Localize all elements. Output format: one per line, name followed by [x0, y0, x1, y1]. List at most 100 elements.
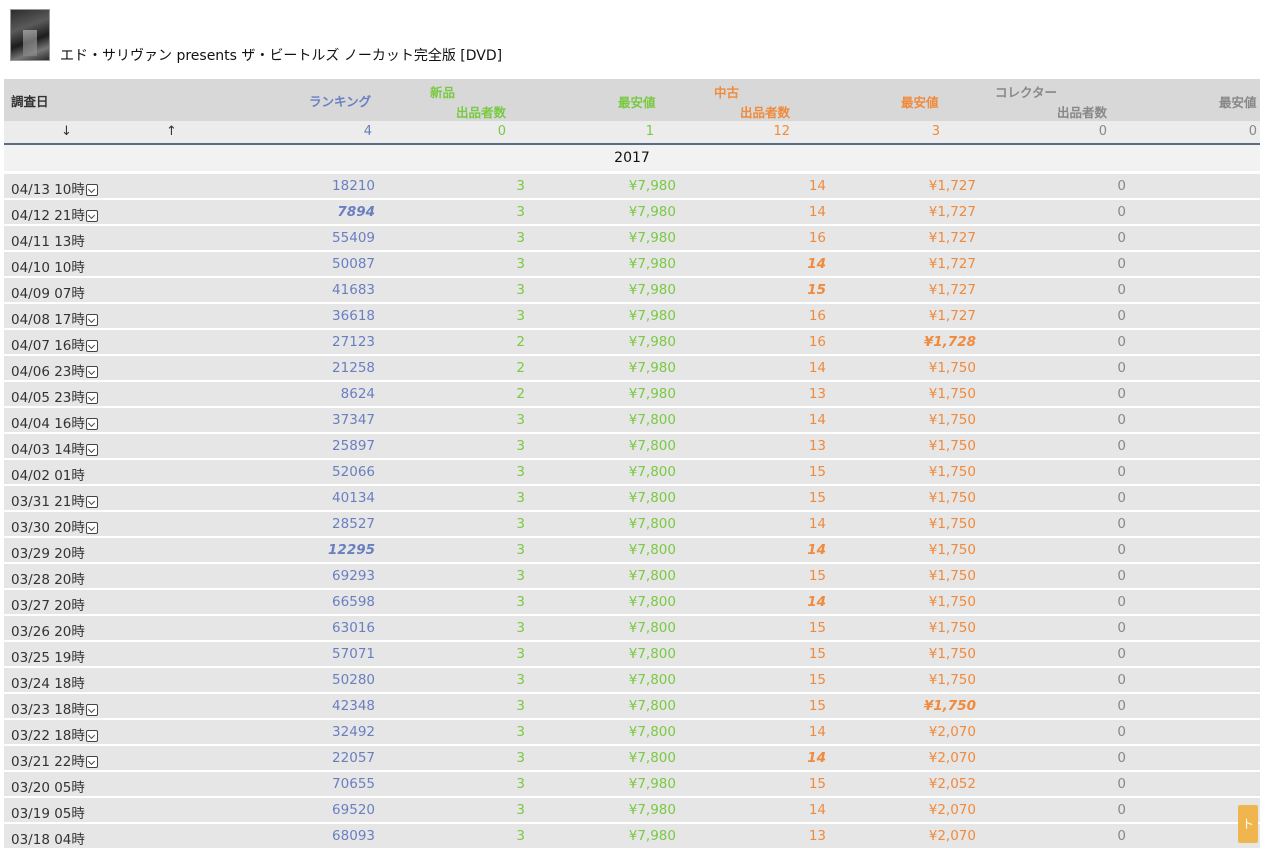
row-new-price: ¥7,980	[628, 360, 676, 376]
table-row: 03/22 18時 32492 3 ¥7,800 14 ¥2,070 0	[4, 718, 1260, 744]
header-collector-count[interactable]: 出品者数	[1057, 102, 1107, 121]
table-row: 04/09 07時 41683 3 ¥7,980 15 ¥1,727 0	[4, 276, 1260, 302]
header-used-price[interactable]: 最安値	[901, 92, 939, 111]
row-collector-count: 0	[1117, 334, 1126, 350]
row-used-price: ¥1,728	[923, 334, 976, 350]
row-new-price: ¥7,800	[628, 620, 676, 636]
row-used-price: ¥1,750	[928, 412, 976, 428]
row-collector-count: 0	[1117, 646, 1126, 662]
table-row: 03/21 22時 22057 3 ¥7,800 14 ¥2,070 0	[4, 744, 1260, 770]
table-row: 03/26 20時 63016 3 ¥7,800 15 ¥1,750 0	[4, 614, 1260, 640]
row-new-count: 3	[516, 776, 525, 792]
row-collector-count: 0	[1117, 282, 1126, 298]
row-used-price: ¥2,070	[928, 724, 976, 740]
row-date: 04/13 10時	[11, 178, 98, 198]
row-new-count: 3	[516, 308, 525, 324]
summary-new-price: 1	[645, 124, 654, 139]
row-used-price: ¥1,750	[928, 594, 976, 610]
chevron-down-icon[interactable]	[85, 418, 98, 430]
row-used-price: ¥1,750	[928, 490, 976, 506]
row-date-text: 04/10 10時	[11, 260, 85, 276]
header-new-count[interactable]: 出品者数	[456, 102, 506, 121]
header-collector-price[interactable]: 最安値	[1219, 92, 1257, 111]
row-date-text: 03/19 05時	[11, 806, 85, 822]
row-used-price: ¥2,070	[928, 750, 976, 766]
chevron-down-icon[interactable]	[85, 496, 98, 508]
table-row: 04/03 14時 25897 3 ¥7,800 13 ¥1,750 0	[4, 432, 1260, 458]
row-ranking: 28527	[332, 516, 375, 532]
table-row: 03/29 20時 12295 3 ¥7,800 14 ¥1,750 0	[4, 536, 1260, 562]
row-used-price: ¥1,750	[928, 568, 976, 584]
row-new-price: ¥7,980	[628, 802, 676, 818]
row-ranking: 55409	[332, 230, 375, 246]
row-used-price: ¥1,727	[928, 178, 976, 194]
row-date-text: 03/26 20時	[11, 624, 85, 640]
chevron-down-icon[interactable]	[85, 366, 98, 378]
scroll-top-button[interactable]: ト	[1238, 805, 1258, 843]
row-date-text: 04/03 14時	[11, 442, 85, 458]
dvd-cover-thumbnail[interactable]	[10, 9, 50, 61]
summary-used-price: 3	[931, 124, 940, 139]
row-used-count: 14	[807, 594, 826, 610]
chevron-down-icon[interactable]	[85, 392, 98, 404]
row-ranking: 50280	[332, 672, 375, 688]
row-date: 03/28 20時	[11, 568, 85, 588]
chevron-down-icon[interactable]	[85, 340, 98, 352]
row-new-price: ¥7,800	[628, 412, 676, 428]
row-date-text: 03/29 20時	[11, 546, 85, 562]
row-date: 03/21 22時	[11, 750, 98, 770]
row-collector-count: 0	[1117, 620, 1126, 636]
row-used-price: ¥1,727	[928, 204, 976, 220]
row-date-text: 03/25 19時	[11, 650, 85, 666]
row-new-count: 3	[516, 282, 525, 298]
row-new-count: 3	[516, 204, 525, 220]
row-used-price: ¥1,727	[928, 256, 976, 272]
table-header: 調査日 ランキング 新品 出品者数 最安値 中古 出品者数 最安値 コレクター …	[4, 79, 1260, 121]
row-ranking: 66598	[332, 594, 375, 610]
row-date-text: 03/18 04時	[11, 832, 85, 848]
row-date: 03/23 18時	[11, 698, 98, 718]
row-ranking: 36618	[332, 308, 375, 324]
row-date: 04/09 07時	[11, 282, 85, 302]
row-new-price: ¥7,980	[628, 308, 676, 324]
row-used-count: 15	[808, 568, 826, 584]
table-row: 03/24 18時 50280 3 ¥7,800 15 ¥1,750 0	[4, 666, 1260, 692]
row-collector-count: 0	[1117, 828, 1126, 844]
row-ranking: 32492	[332, 724, 375, 740]
header-new-group: 新品	[430, 85, 456, 100]
row-date-text: 04/12 21時	[11, 208, 85, 224]
row-ranking: 12295	[328, 542, 375, 558]
row-date: 04/07 16時	[11, 334, 98, 354]
row-new-count: 3	[516, 464, 525, 480]
row-collector-count: 0	[1117, 308, 1126, 324]
row-date-text: 03/23 18時	[11, 702, 85, 718]
chevron-down-icon[interactable]	[85, 184, 98, 196]
row-used-price: ¥2,070	[928, 828, 976, 844]
chevron-down-icon[interactable]	[85, 704, 98, 716]
sort-asc-icon[interactable]: ↑	[166, 124, 177, 139]
row-new-count: 3	[516, 178, 525, 194]
row-date: 03/26 20時	[11, 620, 85, 640]
header-used-count[interactable]: 出品者数	[740, 102, 790, 121]
header-date[interactable]: 調査日	[11, 91, 49, 110]
row-new-price: ¥7,800	[628, 568, 676, 584]
chevron-down-icon[interactable]	[85, 730, 98, 742]
header-new-price[interactable]: 最安値	[618, 92, 656, 111]
row-used-price: ¥2,070	[928, 802, 976, 818]
chevron-down-icon[interactable]	[85, 444, 98, 456]
sort-desc-icon[interactable]: ↓	[61, 124, 72, 139]
table-row: 04/10 10時 50087 3 ¥7,980 14 ¥1,727 0	[4, 250, 1260, 276]
row-used-count: 14	[808, 178, 826, 194]
header-ranking[interactable]: ランキング	[309, 91, 371, 110]
header-used-group: 中古	[714, 85, 740, 100]
product-title[interactable]: エド・サリヴァン presents ザ・ビートルズ ノーカット完全版 [DVD]	[60, 45, 502, 65]
chevron-down-icon[interactable]	[85, 314, 98, 326]
row-collector-count: 0	[1117, 776, 1126, 792]
row-ranking: 40134	[332, 490, 375, 506]
row-collector-count: 0	[1117, 672, 1126, 688]
chevron-down-icon[interactable]	[85, 210, 98, 222]
chevron-down-icon[interactable]	[85, 756, 98, 768]
row-date: 03/20 05時	[11, 776, 85, 796]
chevron-down-icon[interactable]	[85, 522, 98, 534]
row-new-count: 3	[516, 412, 525, 428]
